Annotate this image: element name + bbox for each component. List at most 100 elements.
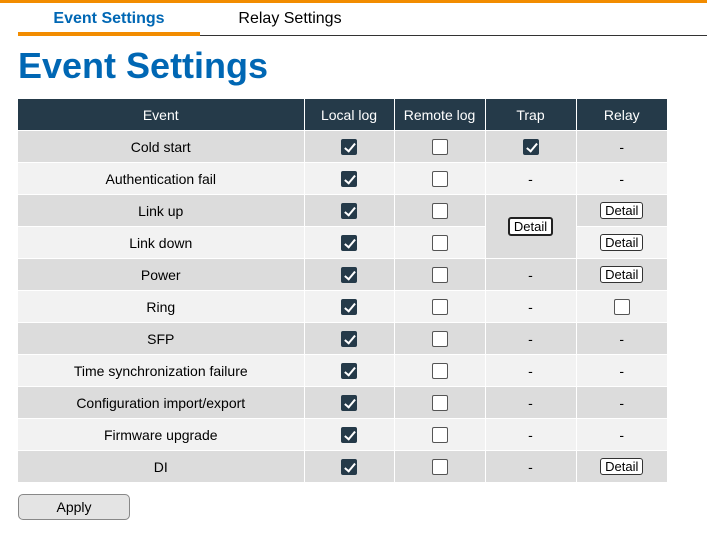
- remote-log-cell: [393, 322, 485, 355]
- table-row: DI - Detail: [18, 450, 667, 482]
- trap-cell: -: [484, 322, 576, 355]
- relay-cell: -: [575, 354, 667, 387]
- remote-log-checkbox[interactable]: [431, 331, 448, 348]
- event-name-cell: Link up: [18, 194, 304, 227]
- remote-log-checkbox[interactable]: [431, 299, 448, 316]
- page-title: Event Settings: [18, 45, 269, 86]
- local-log-checkbox[interactable]: [341, 427, 357, 444]
- remote-log-checkbox[interactable]: [431, 235, 448, 252]
- remote-log-cell: [393, 226, 485, 259]
- trap-cell: -: [484, 354, 576, 387]
- event-name-cell: Link down: [18, 226, 304, 259]
- remote-log-checkbox[interactable]: [431, 363, 448, 380]
- local-log-checkbox[interactable]: [341, 363, 357, 380]
- relay-detail-button[interactable]: Detail: [600, 266, 644, 283]
- relay-cell: Detail: [575, 194, 667, 227]
- local-log-cell: [303, 354, 394, 387]
- table-row: Power - Detail: [18, 258, 667, 291]
- local-log-checkbox[interactable]: [341, 459, 357, 476]
- remote-log-checkbox[interactable]: [431, 427, 448, 444]
- event-name-cell: Time synchronization failure: [18, 354, 304, 387]
- relay-detail-button[interactable]: Detail: [600, 458, 644, 475]
- local-log-cell: [303, 322, 394, 355]
- local-log-cell: [303, 226, 394, 259]
- local-log-cell: [303, 162, 394, 195]
- remote-log-cell: [393, 130, 485, 163]
- remote-log-cell: [393, 194, 485, 227]
- trap-detail-button[interactable]: Detail: [507, 217, 554, 236]
- trap-checkbox[interactable]: [522, 139, 539, 156]
- local-log-checkbox[interactable]: [341, 299, 357, 316]
- event-name-cell: Power: [18, 258, 304, 291]
- header-local-log: Local log: [303, 99, 394, 131]
- trap-cell: -: [484, 386, 576, 419]
- relay-cell: Detail: [575, 226, 667, 259]
- trap-cell: -: [484, 450, 576, 482]
- remote-log-checkbox[interactable]: [431, 267, 448, 284]
- remote-log-checkbox[interactable]: [431, 203, 448, 220]
- local-log-checkbox[interactable]: [341, 235, 357, 252]
- remote-log-checkbox[interactable]: [431, 171, 448, 188]
- relay-cell: Detail: [575, 450, 667, 482]
- trap-cell: -: [484, 418, 576, 451]
- remote-log-cell: [393, 258, 485, 291]
- trap-cell: Detail: [484, 194, 576, 259]
- relay-cell: -: [575, 418, 667, 451]
- table-header-row: Event Local log Remote log Trap Relay: [18, 99, 667, 131]
- relay-cell: Detail: [575, 258, 667, 291]
- relay-cell: [575, 290, 667, 323]
- apply-button[interactable]: Apply: [18, 494, 130, 520]
- tab-event-settings[interactable]: Event Settings: [18, 3, 200, 36]
- event-name-cell: Cold start: [18, 130, 304, 163]
- relay-cell: -: [575, 322, 667, 355]
- local-log-checkbox[interactable]: [341, 395, 357, 412]
- event-name-cell: DI: [18, 450, 304, 482]
- local-log-checkbox[interactable]: [341, 267, 357, 284]
- tab-relay-settings[interactable]: Relay Settings: [221, 3, 359, 35]
- remote-log-cell: [393, 162, 485, 195]
- local-log-checkbox[interactable]: [341, 203, 357, 220]
- local-log-cell: [303, 450, 394, 482]
- table-row: Time synchronization failure - -: [18, 354, 667, 387]
- tab-bar: Event Settings Relay Settings: [18, 3, 707, 36]
- local-log-checkbox[interactable]: [341, 139, 357, 156]
- trap-cell: [484, 130, 576, 163]
- trap-cell: -: [484, 162, 576, 195]
- header-remote-log: Remote log: [393, 99, 485, 131]
- local-log-cell: [303, 130, 394, 163]
- remote-log-checkbox[interactable]: [431, 139, 448, 156]
- trap-cell: -: [484, 290, 576, 323]
- relay-detail-button[interactable]: Detail: [600, 202, 644, 219]
- table-row: Configuration import/export - -: [18, 386, 667, 419]
- event-name-cell: SFP: [18, 322, 304, 355]
- table-row: Firmware upgrade - -: [18, 418, 667, 451]
- event-name-cell: Configuration import/export: [18, 386, 304, 419]
- trap-cell: -: [484, 258, 576, 291]
- remote-log-cell: [393, 290, 485, 323]
- table-row: SFP - -: [18, 322, 667, 355]
- table-row: Authentication fail - -: [18, 162, 667, 195]
- table-body: Cold start - Authentication fail - - Link up D…: [18, 130, 667, 482]
- relay-detail-button[interactable]: Detail: [600, 234, 644, 251]
- local-log-checkbox[interactable]: [341, 331, 357, 348]
- local-log-cell: [303, 386, 394, 419]
- table-row: Cold start -: [18, 130, 667, 163]
- event-name-cell: Firmware upgrade: [18, 418, 304, 451]
- remote-log-cell: [393, 354, 485, 387]
- remote-log-cell: [393, 418, 485, 451]
- local-log-cell: [303, 290, 394, 323]
- event-name-cell: Authentication fail: [18, 162, 304, 195]
- remote-log-cell: [393, 450, 485, 482]
- remote-log-checkbox[interactable]: [431, 459, 448, 476]
- local-log-checkbox[interactable]: [341, 171, 357, 188]
- event-settings-table: Event Local log Remote log Trap Relay Co…: [18, 99, 667, 482]
- relay-cell: -: [575, 162, 667, 195]
- header-relay: Relay: [575, 99, 667, 131]
- header-trap: Trap: [484, 99, 576, 131]
- relay-checkbox[interactable]: [613, 299, 630, 316]
- local-log-cell: [303, 194, 394, 227]
- local-log-cell: [303, 258, 394, 291]
- table-row: Ring -: [18, 290, 667, 323]
- remote-log-checkbox[interactable]: [431, 395, 448, 412]
- table-row: Link up Detail Detail: [18, 194, 667, 259]
